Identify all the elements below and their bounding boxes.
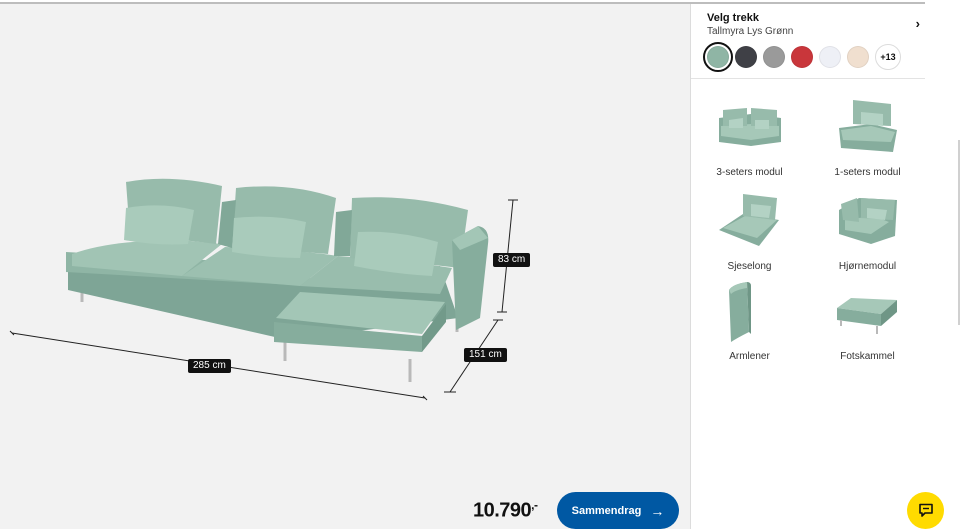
one-seat-module-icon — [839, 100, 897, 152]
depth-dimension-badge: 151 cm — [464, 348, 507, 362]
module-label: Armlener — [729, 351, 770, 362]
color-swatch-white[interactable] — [819, 46, 841, 68]
chat-icon — [918, 503, 933, 517]
module-armrest[interactable]: Armlener — [691, 280, 808, 370]
price-amount: 10.790 — [473, 499, 532, 522]
module-corner[interactable]: Hjørnemodul — [809, 190, 926, 280]
panel-divider — [691, 78, 926, 79]
sofa-3d-model[interactable] — [0, 4, 690, 529]
module-label: Sjeselong — [727, 261, 772, 272]
height-dimension-badge: 83 cm — [493, 253, 531, 267]
chaise-longue-icon — [719, 194, 779, 246]
module-label: 3-seters modul — [716, 167, 783, 178]
module-1-seat[interactable]: 1-seters modul — [809, 96, 926, 186]
armrest-icon — [729, 282, 751, 342]
corner-module-icon — [839, 198, 897, 244]
price-suffix: ,- — [531, 498, 538, 512]
arrow-right-icon: → — [650, 502, 665, 519]
page-scrollbar-area — [925, 0, 960, 529]
color-swatch-beige[interactable] — [847, 46, 869, 68]
cover-selector[interactable]: Velg trekk Tallmyra Lys Grønn › — [707, 12, 920, 40]
summary-button-label: Sammendrag — [571, 504, 642, 517]
three-seat-module-icon — [719, 108, 781, 146]
module-label: 1-seters modul — [834, 167, 901, 178]
width-dimension-badge: 285 cm — [188, 359, 231, 373]
product-3d-viewer[interactable]: 285 cm 83 cm 151 cm — [0, 4, 690, 529]
color-swatch-light-green[interactable] — [703, 42, 733, 72]
cover-title: Velg trekk — [707, 12, 759, 24]
more-colors-button[interactable]: +13 — [875, 44, 901, 70]
summary-button[interactable]: Sammendrag → — [557, 492, 679, 529]
color-swatches: +13 — [703, 42, 901, 72]
footstool-icon — [837, 298, 897, 334]
module-3-seat[interactable]: 3-seters modul — [691, 96, 808, 186]
cover-value: Tallmyra Lys Grønn — [707, 26, 794, 37]
module-label: Fotskammel — [840, 351, 895, 362]
chevron-right-icon[interactable]: › — [916, 16, 920, 31]
color-swatch-red[interactable] — [791, 46, 813, 68]
color-swatch-grey[interactable] — [763, 46, 785, 68]
module-chaise-longue[interactable]: Sjeselong — [691, 190, 808, 280]
module-label: Hjørnemodul — [838, 261, 897, 272]
configurator-page: 285 cm 83 cm 151 cm Velg trekk Tallmyra … — [0, 0, 960, 529]
chat-button[interactable] — [907, 492, 944, 529]
configurator-side-panel: Velg trekk Tallmyra Lys Grønn › +13 3-se… — [690, 4, 926, 529]
total-price: 10.790,- — [473, 498, 538, 523]
module-footstool[interactable]: Fotskammel — [809, 280, 926, 370]
color-swatch-dark-grey[interactable] — [735, 46, 757, 68]
